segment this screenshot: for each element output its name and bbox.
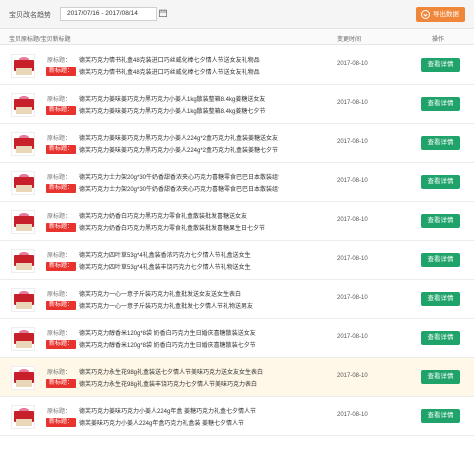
table-row: 原标题： 新标题： 德芙巧克力士力架20g*30牛奶香甜香浓夹心巧克力喜糖零食巴巴日… [0,163,474,202]
change-date: 2017-08-10 [337,373,368,379]
view-detail-button[interactable]: 查看详情 [421,214,460,228]
new-title[interactable]: 德芙巧克力一心一意子斤装巧克力礼盒批发七夕情人节礼物送男友 [79,301,253,310]
old-title-tag: 原标题： [47,331,72,337]
change-date: 2017-08-10 [337,334,368,340]
old-title[interactable]: 德芙巧克力一心一意子斤装巧克力礼盒批发送女友送女生表白 [79,289,241,298]
change-date: 2017-08-10 [337,256,368,262]
old-title-tag: 原标题： [47,97,72,103]
old-title[interactable]: 德芙巧克力醇香米120g*8袋 奶香白巧克力生日婚庆喜糖散装送女友 [79,328,256,337]
change-date: 2017-08-10 [337,295,368,301]
product-thumbnail[interactable] [11,54,35,78]
change-date: 2017-08-10 [337,412,368,418]
table-row: 原标题： 新标题： 德芙巧克力姜味姜巧克力黑巧克力小姜人1kg散装整箱8.4kg姜糖… [0,85,474,124]
old-title[interactable]: 德芙巧克力士力架20g*30牛奶香甜香浓夹心巧克力喜糖零食巴巴日本散装组合送女友 [79,172,279,181]
old-title[interactable]: 德芙巧克力四叶草53g*4礼盒装香浓巧克力七夕情人节礼盒送女生 [79,250,251,259]
new-title-tag: 新标题： [46,145,77,154]
toolbar: 宝贝改名趋势 2017/07/16 - 2017/08/14 导出数据 [0,0,474,29]
old-title-tag: 原标题： [47,136,72,142]
new-title-tag: 新标题： [46,301,77,310]
old-title[interactable]: 德芙巧克力姜味姜巧克力黑巧克力小姜人224g*2盒巧克力礼盒装姜糖送女友 [79,133,278,142]
product-thumbnail[interactable] [11,171,35,195]
new-title-tag: 新标题： [46,184,77,193]
table-row: 原标题： 新标题： 德芙巧克力情书礼盒48克装进口巧丝威化棒七夕情人节送女友礼物品德… [0,46,474,85]
product-thumbnail[interactable] [11,249,35,273]
header-action: 操作 [432,37,445,43]
old-title-tag: 原标题： [47,175,72,181]
old-title-tag: 原标题： [47,58,72,64]
product-thumbnail[interactable] [11,132,35,156]
table-row: 原标题： 新标题： 德芙巧克力奶香白巧克力黑巧克力零食礼盒散装批发喜糖送女友德芙巧克… [0,202,474,241]
view-detail-button[interactable]: 查看详情 [421,97,460,111]
old-title-tag: 原标题： [47,214,72,220]
table-row: 原标题： 新标题： 德芙巧克力永生花98g礼盒装送七夕情人节美味巧克力送女友女生表白… [0,358,474,397]
product-thumbnail[interactable] [11,366,35,390]
old-title[interactable]: 德芙巧克力情书礼盒48克装进口巧丝威化棒七夕情人节送女友礼物品 [79,55,260,64]
old-title-tag: 原标题： [47,409,72,415]
new-title[interactable]: 德芙巧克力姜味姜巧克力黑巧克力小姜人224g*2盒巧克力礼盒装姜糖七夕节 [79,145,278,154]
new-title-tag: 新标题： [46,106,77,115]
new-title[interactable]: 德芙巧克力情书礼盒48克装进口巧丝威化棒七夕情人节送女友礼物品 [79,67,260,76]
table-row: 原标题： 新标题： 德芙巧克力四叶草53g*4礼盒装香浓巧克力七夕情人节礼盒送女生德… [0,241,474,280]
header-date: 变更时间 [337,37,362,43]
old-title[interactable]: 德芙巧克力奶香白巧克力黑巧克力零食礼盒散装批发喜糖送女友 [79,211,247,220]
header-title: 宝贝原标题/宝贝新标题 [9,37,71,43]
view-detail-button[interactable]: 查看详情 [421,370,460,384]
old-title-tag: 原标题： [47,370,72,376]
old-title[interactable]: 德芙巧克力姜味巧克力小姜人224g年盒 姜糖巧克力礼盒七夕情人节 [79,406,256,415]
old-title[interactable]: 德芙巧克力姜味姜巧克力黑巧克力小姜人1kg散装整箱8.4kg姜糖送女友 [79,94,265,103]
new-title[interactable]: 德芙巧克力永生花98g礼盒装丰饶巧克力七夕情人节美味巧克力表白 [79,379,257,388]
old-title-tag: 原标题： [47,253,72,259]
old-title-tag: 原标题： [47,292,72,298]
table-row: 原标题： 新标题： 德芙巧克力姜味巧克力小姜人224g年盒 姜糖巧克力礼盒七夕情人节… [0,397,474,436]
new-title-tag: 新标题： [46,340,77,349]
new-title[interactable]: 德芙巧克力士力架20g*30牛奶香甜香浓夹心巧克力喜糖零食巴巴日本散装组合七夕节 [79,184,279,193]
new-title-tag: 新标题： [46,67,77,76]
table-row: 原标题： 新标题： 德芙巧克力一心一意子斤装巧克力礼盒批发送女友送女生表白德芙巧克力… [0,280,474,319]
export-button[interactable]: 导出数据 [416,7,465,22]
new-title[interactable]: 德芙巧克力四叶草53g*4礼盒装丰饶巧克力七夕情人节礼物送女生 [79,262,251,271]
new-title-tag: 新标题： [46,418,77,427]
table-header: 宝贝原标题/宝贝新标题 变更时间 操作 [0,29,474,45]
table-row: 原标题： 新标题： 德芙巧克力醇香米120g*8袋 奶香白巧克力生日婚庆喜糖散装送女… [0,319,474,358]
calendar-icon[interactable] [159,9,167,17]
new-title[interactable]: 德芙巧克力奶香白巧克力黑巧克力零食礼盒散装批发喜糖果生日七夕节 [79,223,265,232]
date-range-input[interactable]: 2017/07/16 - 2017/08/14 [60,7,157,21]
change-date: 2017-08-10 [337,100,368,106]
new-title-tag: 新标题： [46,379,77,388]
product-thumbnail[interactable] [11,93,35,117]
change-date: 2017-08-10 [337,61,368,67]
old-title[interactable]: 德芙巧克力永生花98g礼盒装送七夕情人节美味巧克力送女友女生表白 [79,367,263,376]
product-thumbnail[interactable] [11,405,35,429]
table-row: 原标题： 新标题： 德芙巧克力姜味姜巧克力黑巧克力小姜人224g*2盒巧克力礼盒装姜… [0,124,474,163]
new-title[interactable]: 德芙姜味巧克力小姜人224g年盒巧克力礼盒装 姜糖七夕情人节 [79,418,244,427]
toolbar-label: 宝贝改名趋势 [9,12,51,19]
new-title[interactable]: 德芙巧克力醇香米120g*8袋 奶香白巧克力生日婚庆喜糖散装七夕节 [79,340,256,349]
view-detail-button[interactable]: 查看详情 [421,136,460,150]
view-detail-button[interactable]: 查看详情 [421,331,460,345]
new-title-tag: 新标题： [46,262,77,271]
change-date: 2017-08-10 [337,217,368,223]
change-date: 2017-08-10 [337,178,368,184]
change-date: 2017-08-10 [337,139,368,145]
product-thumbnail[interactable] [11,288,35,312]
view-detail-button[interactable]: 查看详情 [421,253,460,267]
product-thumbnail[interactable] [11,210,35,234]
product-thumbnail[interactable] [11,327,35,351]
new-title-tag: 新标题： [46,223,77,232]
export-label: 导出数据 [433,11,459,18]
view-detail-button[interactable]: 查看详情 [421,58,460,72]
view-detail-button[interactable]: 查看详情 [421,175,460,189]
new-title[interactable]: 德芙巧克力姜味姜巧克力黑巧克力小姜人1kg散装整箱8.4kg姜糖七夕节 [79,106,265,115]
view-detail-button[interactable]: 查看详情 [421,292,460,306]
download-icon [421,10,430,19]
view-detail-button[interactable]: 查看详情 [421,409,460,423]
